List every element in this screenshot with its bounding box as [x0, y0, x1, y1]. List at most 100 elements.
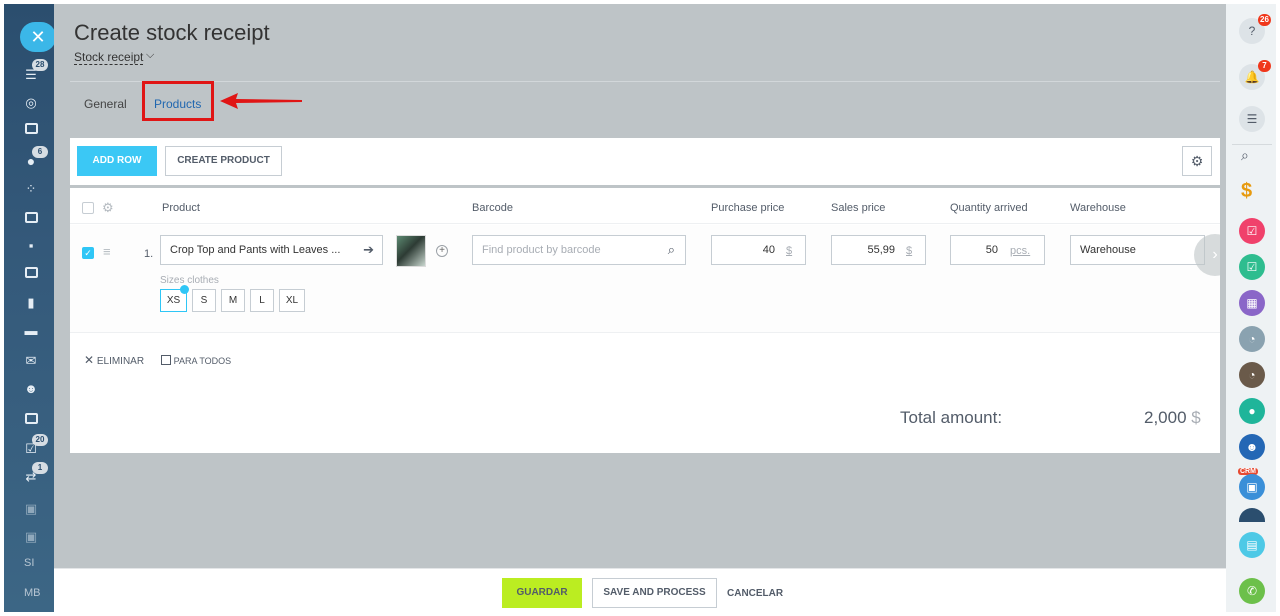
crm-contact-icon[interactable]: ▣ [1239, 474, 1265, 500]
purchase-price-value: 40 [762, 244, 775, 256]
avatar[interactable] [1239, 508, 1265, 522]
column-sales-price: Sales price [831, 202, 886, 214]
contact-center-icon[interactable]: ▤ [1239, 532, 1265, 558]
row-number: 1. [144, 248, 154, 260]
messages-icon[interactable]: ▪ [22, 237, 40, 255]
tab-general[interactable]: General [84, 97, 127, 111]
user-initials[interactable]: SI [24, 557, 34, 569]
warehouse-select[interactable]: Warehouse [1070, 235, 1205, 265]
delete-button[interactable]: ELIMINAR [97, 356, 144, 367]
card-icon[interactable] [22, 410, 40, 428]
close-button[interactable]: ✕ [20, 22, 56, 52]
drive-icon[interactable]: ▬ [22, 322, 40, 340]
sizes-label: Sizes clothes [160, 275, 219, 286]
notifications-badge: 7 [1258, 60, 1271, 72]
column-purchase-price: Purchase price [711, 202, 785, 214]
delete-icon[interactable]: ✕ [84, 353, 94, 367]
task-icon[interactable]: ☑ [1239, 218, 1265, 244]
phone-icon[interactable]: ✆ [1239, 578, 1265, 604]
sidebar-badge: 20 [32, 434, 48, 446]
calendar-icon[interactable]: ▦ [1239, 290, 1265, 316]
dollar-icon[interactable]: $ [1241, 180, 1252, 203]
sidebar-badge: 6 [32, 146, 48, 158]
sales-currency: $ [906, 245, 913, 257]
total-amount: 2,000 $ [1144, 408, 1201, 428]
row-checkbox[interactable]: ✓ [82, 247, 94, 259]
column-warehouse: Warehouse [1070, 202, 1126, 214]
right-sidebar: ? 26 🔔 7 ☰ ⌕ $ ☑ ☑ ▦ ◔ ◔ ● ☻ CRM ▣ ▤ ✆ [1226, 4, 1276, 612]
box-icon[interactable]: ▣ [22, 500, 40, 518]
mail-icon[interactable]: ✉ [22, 352, 40, 370]
select-all-checkbox[interactable] [82, 202, 94, 214]
user-icon[interactable]: ● [1239, 398, 1265, 424]
size-option[interactable]: XL [279, 289, 305, 312]
sidebar-badge: 28 [32, 59, 48, 71]
total-currency: $ [1191, 408, 1201, 427]
avatar[interactable]: ◔ [1239, 362, 1265, 388]
for-all-checkbox[interactable] [160, 355, 171, 365]
product-name: Crop Top and Pants with Leaves ... [170, 244, 341, 256]
bottom-action-bar: GUARDAR SAVE AND PROCESS CANCELAR [54, 568, 1226, 612]
calendar-icon[interactable] [22, 264, 40, 282]
create-product-button[interactable]: CREATE PRODUCT [165, 146, 282, 176]
target-icon[interactable]: ◎ [22, 94, 40, 112]
annotation-arrow-icon [220, 93, 302, 109]
warehouse-value: Warehouse [1080, 244, 1136, 256]
add-image-icon[interactable]: + [436, 245, 448, 257]
size-option[interactable]: L [250, 289, 274, 312]
search-icon[interactable]: ⌕ [1241, 147, 1249, 164]
cancel-button[interactable]: CANCELAR [727, 588, 783, 599]
total-label: Total amount: [900, 408, 1003, 427]
add-row-button[interactable]: ADD ROW [77, 146, 157, 176]
table-header: ⚙ Product Barcode Purchase price Sales p… [70, 188, 1220, 224]
products-table: ⚙ Product Barcode Purchase price Sales p… [70, 188, 1236, 453]
products-toolbar: ADD ROW CREATE PRODUCT ⚙ [70, 138, 1220, 185]
column-quantity-arrived: Quantity arrived [950, 202, 1028, 214]
barcode-placeholder: Find product by barcode [482, 244, 601, 256]
product-field[interactable]: Crop Top and Pants with Leaves ... ➔ [160, 235, 383, 265]
group-chat-icon[interactable]: ☻ [1239, 434, 1265, 460]
quantity-input[interactable]: 50 [950, 235, 1045, 265]
arrow-right-icon[interactable]: ➔ [363, 236, 374, 264]
contacts-icon[interactable]: ☻ [22, 380, 40, 398]
annotation-box [142, 81, 214, 121]
search-icon[interactable]: ⌕ [668, 236, 675, 264]
size-option[interactable]: M [221, 289, 245, 312]
barcode-input[interactable]: Find product by barcode ⌕ [472, 235, 686, 265]
table-row: ✓ ≡ 1. Crop Top and Pants with Leaves ..… [70, 225, 1236, 333]
quantity-value: 50 [985, 244, 998, 256]
selected-check-icon [180, 285, 189, 294]
avatar[interactable]: ◔ [1239, 326, 1265, 352]
purchase-currency: $ [786, 245, 793, 257]
row-actions: ✕ ELIMINAR PARA TODOS [84, 353, 231, 367]
gear-icon[interactable]: ⚙ [1182, 146, 1212, 176]
document-icon[interactable]: ▮ [22, 294, 40, 312]
total-value: 2,000 [1144, 408, 1187, 427]
column-barcode: Barcode [472, 202, 513, 214]
for-all-label: PARA TODOS [173, 356, 232, 366]
left-sidebar: ✕ ☰ 28 ◎ ● 6 ⁘ ▪ ▮ ▬ ✉ ☻ ☑ 20 ⇄ 1 ▣ ▣ SI… [4, 4, 56, 612]
window-icon[interactable] [22, 120, 40, 138]
chevron-down-icon[interactable]: ⌵ [146, 49, 154, 62]
box-icon[interactable]: ▣ [22, 528, 40, 546]
settings-dots-icon[interactable]: ⁘ [22, 180, 40, 198]
main-area: Create stock receipt Stock receipt ⌵ Gen… [54, 4, 1236, 568]
chat-icon[interactable] [22, 209, 40, 227]
divider [1232, 144, 1272, 145]
gear-icon[interactable]: ⚙ [102, 200, 114, 216]
divider [70, 81, 1220, 82]
product-image[interactable] [396, 235, 426, 267]
save-and-process-button[interactable]: SAVE AND PROCESS [592, 578, 717, 608]
checklist-icon[interactable]: ☑ [1239, 254, 1265, 280]
sidebar-badge: 1 [32, 462, 48, 474]
column-product: Product [162, 202, 200, 214]
page-title: Create stock receipt [74, 20, 270, 45]
sales-price-value: 55,99 [867, 244, 895, 256]
help-badge: 26 [1258, 14, 1271, 26]
user-initials[interactable]: MB [24, 587, 41, 599]
save-button[interactable]: GUARDAR [502, 578, 582, 608]
document-type-selector[interactable]: Stock receipt [74, 50, 144, 65]
size-option[interactable]: S [192, 289, 216, 312]
drag-handle-icon[interactable]: ≡ [103, 244, 111, 259]
chat-icon[interactable]: ☰ [1239, 106, 1265, 132]
